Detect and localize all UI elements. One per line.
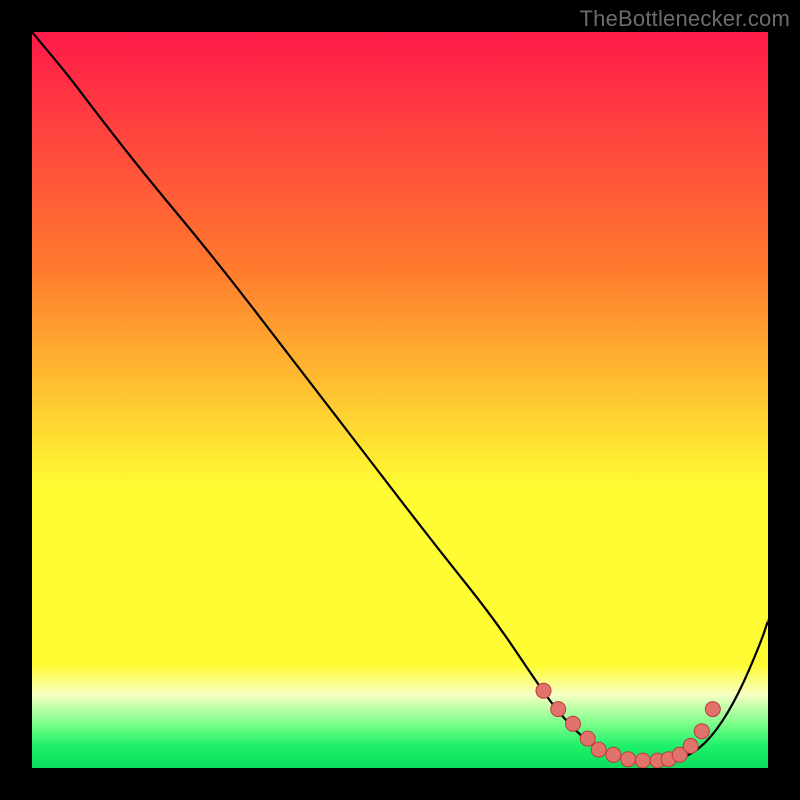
curve-marker [635, 753, 650, 768]
attribution-text: TheBottlenecker.com [580, 6, 790, 32]
curve-marker [621, 752, 636, 767]
curve-marker [591, 742, 606, 757]
curve-marker [694, 724, 709, 739]
curve-marker [551, 702, 566, 717]
chart-frame: TheBottlenecker.com [0, 0, 800, 800]
plot-area [32, 32, 768, 768]
gradient-background [32, 32, 768, 768]
curve-marker [580, 731, 595, 746]
curve-marker [566, 716, 581, 731]
chart-svg [32, 32, 768, 768]
curve-marker [536, 683, 551, 698]
curve-marker [683, 738, 698, 753]
curve-marker [606, 747, 621, 762]
curve-marker [705, 702, 720, 717]
